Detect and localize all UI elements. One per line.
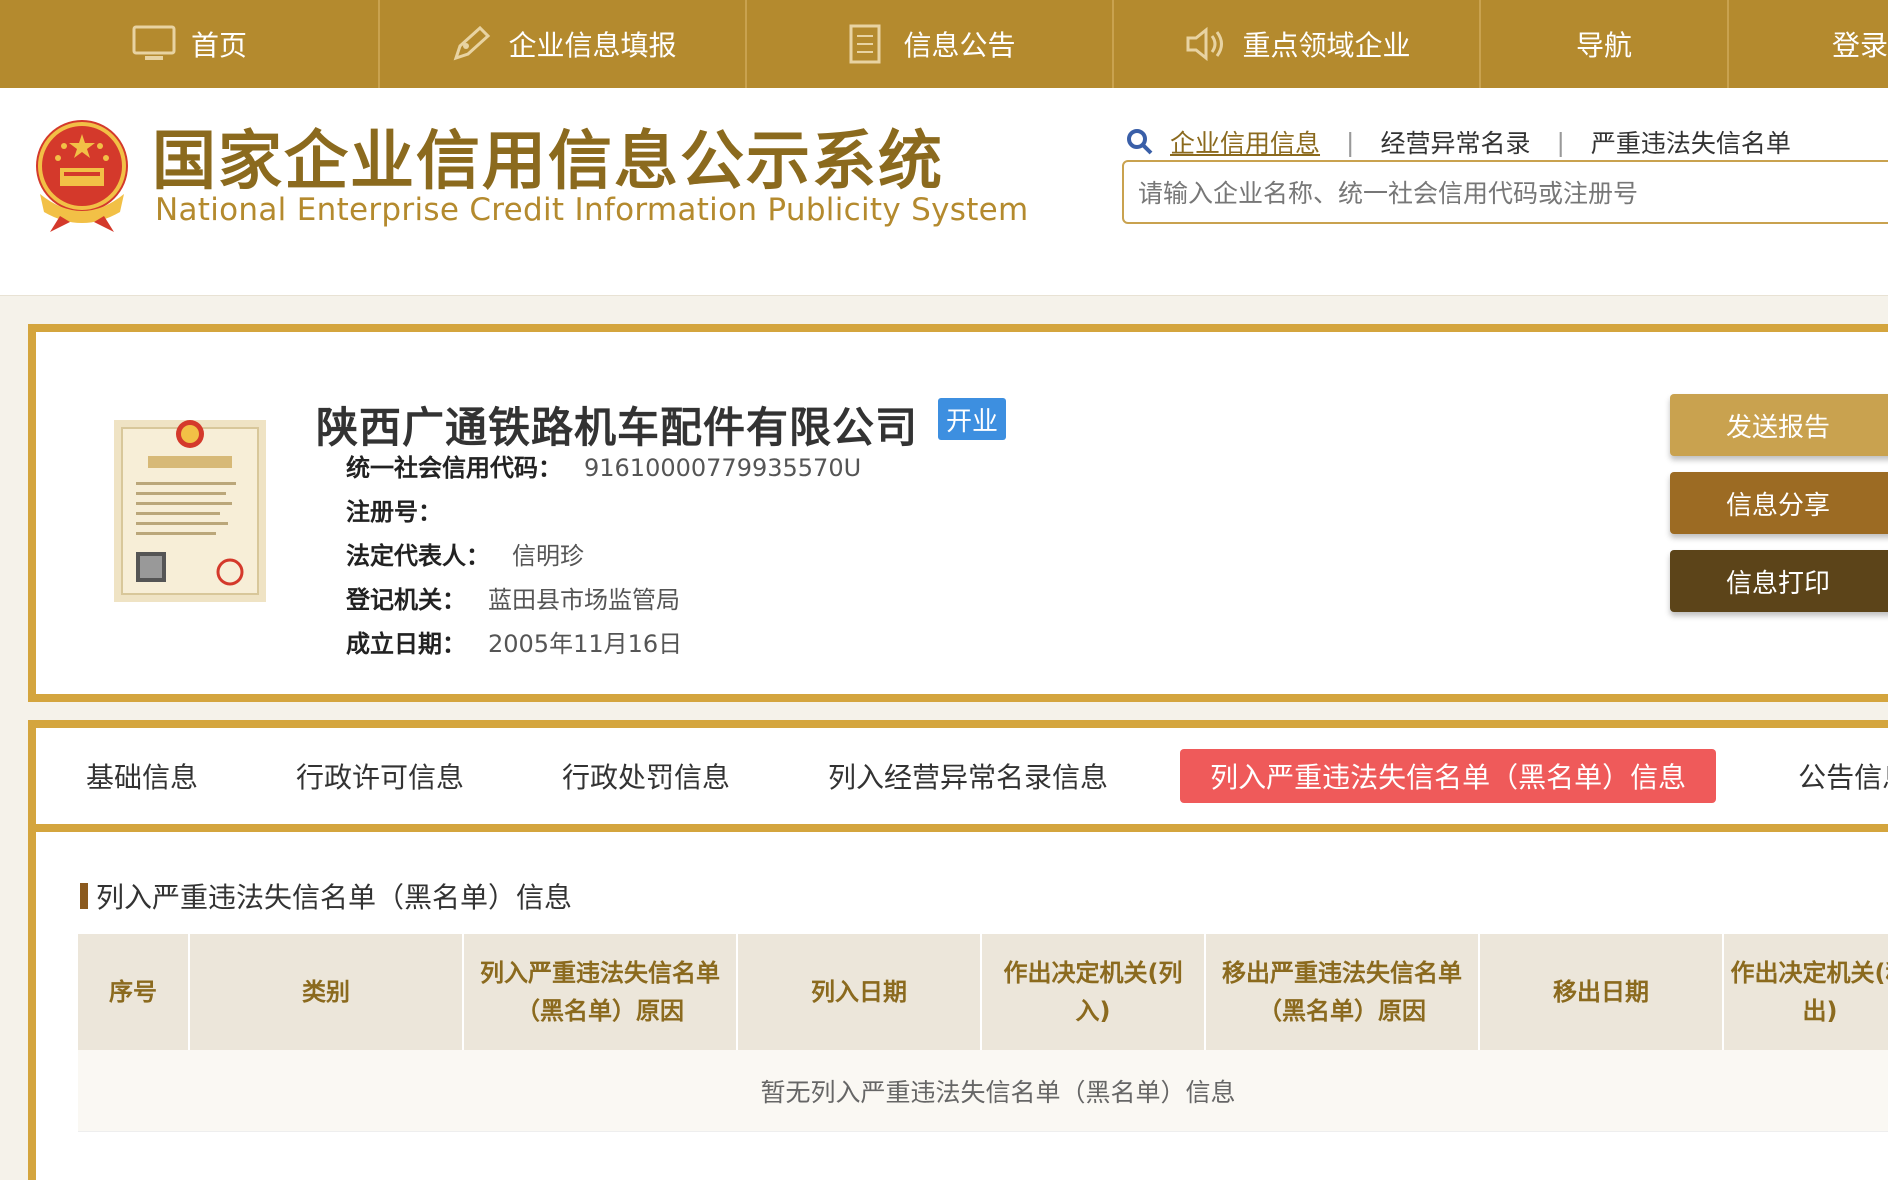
nav-guide[interactable]: 导航	[1481, 0, 1729, 88]
nav-enterprise-report-label: 企业信息填报	[508, 29, 677, 62]
column-header: 移出严重违法失信名单（黑名单）原因	[1206, 934, 1480, 1050]
tab-admin-license[interactable]: 行政许可信息	[296, 756, 464, 796]
search-tab-blacklist[interactable]: 严重违法失信名单	[1591, 124, 1791, 160]
nav-login-label: 登录	[1831, 29, 1888, 62]
print-info-button[interactable]: 信息打印	[1670, 550, 1888, 612]
info-label: 成立日期：	[346, 630, 466, 658]
info-value: 2005年11月16日	[488, 630, 683, 658]
nav-home-label: 首页	[190, 29, 247, 62]
info-value: 91610000779935570U	[584, 454, 862, 482]
tab-separator: |	[1556, 127, 1565, 157]
info-label: 登记机关：	[346, 586, 466, 614]
detail-panel: 基础信息 行政许可信息 行政处罚信息 列入经营异常名录信息 列入严重违法失信名单…	[28, 720, 1888, 1180]
info-value: 信明珍	[512, 542, 584, 570]
national-emblem-icon	[36, 120, 128, 232]
search-tabs: 企业信用信息 | 经营异常名录 | 严重违法失信名单	[1126, 124, 1791, 160]
search-input[interactable]: 请输入企业名称、统一社会信用代码或注册号	[1122, 160, 1888, 224]
info-reg-authority: 登记机关： 蓝田县市场监管局	[346, 580, 680, 615]
business-license-image	[114, 420, 266, 602]
top-nav: 首页 企业信息填报 信息公告 重点领域企业 导航 登录	[0, 0, 1888, 88]
tab-admin-penalty[interactable]: 行政处罚信息	[562, 756, 730, 796]
search-icon	[1127, 129, 1153, 155]
tab-abnormal-list[interactable]: 列入经营异常名录信息	[828, 756, 1108, 796]
info-label: 统一社会信用代码：	[346, 454, 562, 482]
document-icon	[849, 24, 881, 64]
nav-key-enterprises[interactable]: 重点领域企业	[1114, 0, 1481, 88]
status-badge: 开业	[938, 398, 1006, 440]
share-info-button[interactable]: 信息分享	[1670, 472, 1888, 534]
site-header: 国家企业信用信息公示系统 National Enterprise Credit …	[0, 88, 1888, 296]
section-title-text: 列入严重违法失信名单（黑名单）信息	[96, 881, 573, 914]
column-header: 类别	[190, 934, 464, 1050]
info-est-date: 成立日期： 2005年11月16日	[346, 624, 682, 659]
info-reg-number: 注册号：	[346, 492, 464, 527]
search-tab-abnormal[interactable]: 经营异常名录	[1380, 124, 1530, 160]
column-header: 作出决定机关(移出)	[1724, 934, 1888, 1050]
speaker-icon	[1186, 26, 1224, 62]
info-label: 法定代表人：	[346, 542, 490, 570]
nav-key-enterprises-label: 重点领域企业	[1242, 29, 1411, 62]
section-title: 列入严重违法失信名单（黑名单）信息	[80, 876, 572, 916]
company-card: 陕西广通铁路机车配件有限公司 开业 统一社会信用代码： 9161000077993…	[28, 324, 1888, 702]
monitor-icon	[132, 25, 176, 60]
table-header: 序号 类别 列入严重违法失信名单（黑名单）原因 列入日期 作出决定机关(列入) …	[78, 934, 1888, 1050]
info-value: 蓝田县市场监管局	[488, 586, 680, 614]
nav-login[interactable]: 登录	[1729, 0, 1888, 88]
nav-home[interactable]: 首页	[0, 0, 380, 88]
column-header: 移出日期	[1480, 934, 1724, 1050]
column-header: 列入严重违法失信名单（黑名单）原因	[464, 934, 738, 1050]
tab-announcement[interactable]: 公告信息	[1798, 756, 1888, 796]
info-label: 注册号：	[346, 498, 442, 526]
detail-tabs: 基础信息 行政许可信息 行政处罚信息 列入经营异常名录信息 列入严重违法失信名单…	[36, 728, 1888, 832]
search-tab-credit[interactable]: 企业信用信息	[1170, 124, 1320, 160]
send-report-button[interactable]: 发送报告	[1670, 394, 1888, 456]
tab-blacklist[interactable]: 列入严重违法失信名单（黑名单）信息	[1180, 749, 1717, 803]
info-legal-rep: 法定代表人： 信明珍	[346, 536, 584, 571]
site-subtitle: National Enterprise Credit Information P…	[155, 192, 1029, 228]
section-marker	[80, 883, 88, 909]
nav-enterprise-report[interactable]: 企业信息填报	[380, 0, 747, 88]
tab-basic-info[interactable]: 基础信息	[86, 756, 198, 796]
company-name: 陕西广通铁路机车配件有限公司	[316, 403, 919, 452]
site-title: 国家企业信用信息公示系统	[152, 125, 944, 199]
tab-separator: |	[1346, 127, 1355, 157]
nav-notice-label: 信息公告	[903, 29, 1016, 62]
column-header: 作出决定机关(列入)	[982, 934, 1206, 1050]
nav-notice[interactable]: 信息公告	[747, 0, 1114, 88]
info-credit-code: 统一社会信用代码： 91610000779935570U	[346, 448, 861, 483]
empty-table-message: 暂无列入严重违法失信名单（黑名单）信息	[78, 1050, 1888, 1132]
search-placeholder: 请输入企业名称、统一社会信用代码或注册号	[1138, 179, 1639, 208]
column-header: 序号	[78, 934, 190, 1050]
blacklist-table: 序号 类别 列入严重违法失信名单（黑名单）原因 列入日期 作出决定机关(列入) …	[78, 934, 1888, 1132]
column-header: 列入日期	[738, 934, 982, 1050]
pen-icon	[454, 25, 491, 61]
nav-guide-label: 导航	[1575, 29, 1632, 62]
